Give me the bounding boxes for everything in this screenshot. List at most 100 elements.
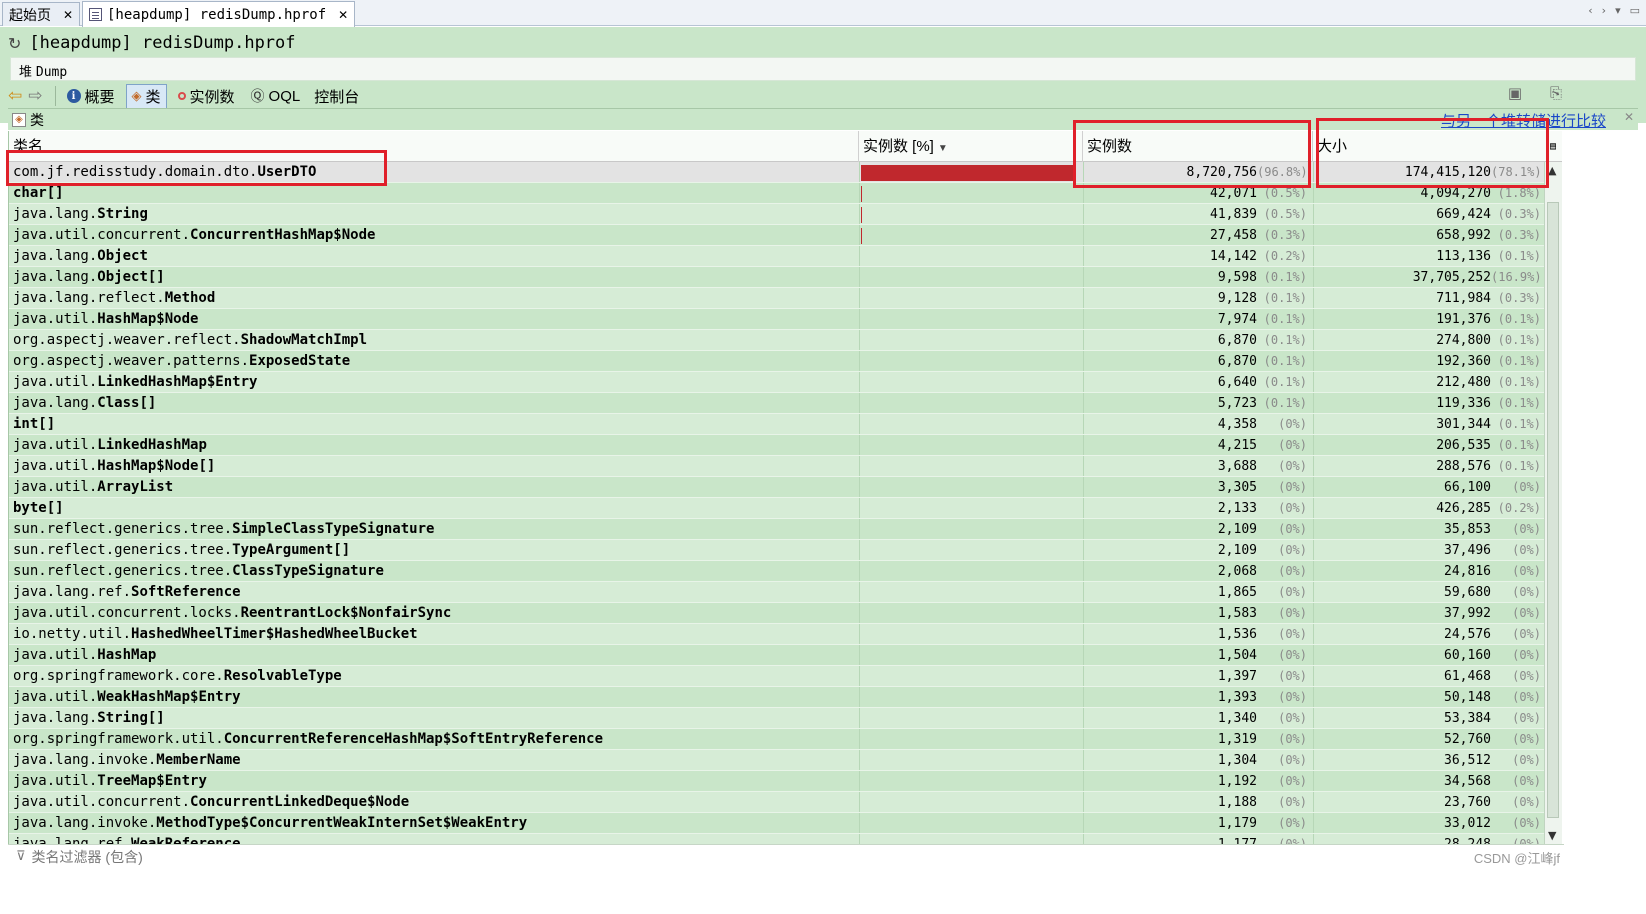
- column-divider: [1083, 792, 1084, 812]
- table-row[interactable]: java.lang.reflect.Method 9,128 (0.1%) 711,9…: [9, 288, 1544, 309]
- table-row[interactable]: java.util.concurrent.locks.ReentrantLock…: [9, 603, 1544, 624]
- table-row[interactable]: java.lang.Object 14,142 (0.2%) 113,136 (0.1%…: [9, 246, 1544, 267]
- close-icon[interactable]: ✕: [338, 8, 348, 22]
- table-row[interactable]: byte[] 2,133 (0%) 426,285 (0.2%): [9, 498, 1544, 519]
- save-icon[interactable]: ▣: [1508, 84, 1522, 102]
- scrollbar-thumb[interactable]: [1547, 202, 1559, 818]
- instances-count: 6,870: [1217, 354, 1257, 369]
- column-divider: [1083, 204, 1084, 224]
- column-divider: [1083, 225, 1084, 245]
- table-row[interactable]: org.aspectj.weaver.patterns.ExposedState…: [9, 351, 1544, 372]
- class-simple-name: ConcurrentReferenceHashMap$SoftEntryRefe…: [223, 731, 604, 747]
- table-row[interactable]: java.lang.invoke.MethodType$ConcurrentWe…: [9, 813, 1544, 834]
- instances-count: 41,839: [1210, 207, 1257, 222]
- export-icon[interactable]: ⎘: [1550, 84, 1562, 102]
- table-row[interactable]: io.netty.util.HashedWheelTimer$HashedWhe…: [9, 624, 1544, 645]
- class-name-cell: java.lang.reflect.Method: [13, 288, 859, 309]
- instances-cell: 1,340 (0%): [1083, 708, 1311, 729]
- table-row[interactable]: int[] 4,358 (0%) 301,344 (0.1%): [9, 414, 1544, 435]
- vertical-scrollbar[interactable]: ▲ ▼: [1544, 162, 1562, 844]
- instances-cell: 41,839 (0.5%): [1083, 204, 1311, 225]
- instances-percent: (0.1%): [1263, 312, 1307, 326]
- table-row[interactable]: org.springframework.util.ConcurrentRefer…: [9, 729, 1544, 750]
- size-cell: 24,816 (0%): [1313, 561, 1544, 582]
- tab-heapdump[interactable]: [heapdump] redisDump.hprof ✕: [82, 1, 356, 27]
- class-simple-name: Method: [164, 290, 216, 306]
- table-row[interactable]: java.lang.Object[] 9,598 (0.1%) 37,705,252(…: [9, 267, 1544, 288]
- size-cell: 206,535 (0.1%): [1313, 435, 1544, 456]
- class-name-cell: io.netty.util.HashedWheelTimer$HashedWhe…: [13, 624, 859, 645]
- size-bytes: 192,360: [1436, 354, 1491, 369]
- package-name: java.lang.ref.: [13, 584, 132, 600]
- class-filter-bar[interactable]: ⊽ 类名过滤器 (包含): [8, 844, 1564, 868]
- oql-console-button[interactable]: Ⓠ OQL 控制台: [246, 85, 365, 108]
- class-name-cell: java.lang.invoke.MethodType$ConcurrentWe…: [13, 813, 859, 834]
- instances-count: 4,358: [1217, 417, 1257, 432]
- table-row[interactable]: java.lang.String 41,839 (0.5%) 669,424 (0.3%…: [9, 204, 1544, 225]
- table-row[interactable]: java.lang.ref.SoftReference 1,865 (0%) 59,6…: [9, 582, 1544, 603]
- forward-arrow-icon[interactable]: ⇨: [28, 86, 42, 106]
- column-divider: [1313, 792, 1314, 812]
- table-row[interactable]: java.util.HashMap$Node 7,974 (0.1%) 191,376…: [9, 309, 1544, 330]
- table-row[interactable]: java.lang.Class[] 5,723 (0.1%) 119,336 (0.1%…: [9, 393, 1544, 414]
- tab-start-page[interactable]: 起始页 ✕: [2, 2, 81, 26]
- table-row[interactable]: java.lang.ref.WeakReference1,177(0%)28,2…: [9, 834, 1544, 844]
- column-header-instances-percent[interactable]: 实例数 [%] ▼: [859, 131, 1083, 162]
- column-divider: [1313, 561, 1314, 581]
- package-name: java.util.: [13, 773, 98, 789]
- instances-count: 1,177: [1218, 837, 1257, 844]
- size-percent: (0%): [1512, 669, 1541, 683]
- package-name: java.util.concurrent.: [13, 794, 191, 810]
- table-row[interactable]: org.springframework.core.ResolvableType 1…: [9, 666, 1544, 687]
- classes-button[interactable]: ◈ 类: [125, 83, 167, 109]
- summary-button[interactable]: i 概要: [62, 85, 120, 108]
- table-row[interactable]: java.util.concurrent.ConcurrentHashMap$N…: [9, 225, 1544, 246]
- instances-percent: (0%): [1278, 837, 1307, 844]
- table-row[interactable]: sun.reflect.generics.tree.SimpleClassTyp…: [9, 519, 1544, 540]
- instances-percent: (0%): [1278, 459, 1307, 473]
- size-bytes: 24,816: [1444, 564, 1491, 579]
- table-row[interactable]: java.util.concurrent.ConcurrentLinkedDeq…: [9, 792, 1544, 813]
- close-icon[interactable]: ✕: [63, 8, 73, 22]
- class-name-cell: java.util.TreeMap$Entry: [13, 771, 859, 792]
- class-simple-name: SimpleClassTypeSignature: [232, 521, 435, 537]
- back-arrow-icon[interactable]: ⇦: [8, 86, 22, 106]
- class-simple-name: byte[]: [13, 500, 64, 516]
- package-name: java.util.: [13, 374, 98, 390]
- package-name: org.aspectj.weaver.patterns.: [13, 353, 250, 369]
- scroll-down-icon[interactable]: ▼: [1548, 829, 1556, 842]
- size-bytes: 50,148: [1444, 690, 1491, 705]
- table-row[interactable]: org.aspectj.weaver.reflect.ShadowMatchIm…: [9, 330, 1544, 351]
- class-simple-name: ConcurrentHashMap$Node: [190, 227, 376, 243]
- size-bytes: 711,984: [1436, 291, 1491, 306]
- chevron-right-icon[interactable]: ›: [1602, 4, 1606, 17]
- scroll-up-icon[interactable]: ▲: [1548, 164, 1556, 177]
- class-name-cell: java.util.HashMap: [13, 645, 859, 666]
- table-row[interactable]: java.util.HashMap 1,504 (0%) 60,160 (0%): [9, 645, 1544, 666]
- table-row[interactable]: java.util.ArrayList 3,305 (0%) 66,100 (0%): [9, 477, 1544, 498]
- close-icon[interactable]: ✕: [1624, 110, 1634, 124]
- size-bytes: 52,760: [1444, 732, 1491, 747]
- class-simple-name: ConcurrentLinkedDeque$Node: [190, 794, 410, 810]
- table-row[interactable]: java.util.WeakHashMap$Entry 1,393 (0%) 50,1…: [9, 687, 1544, 708]
- table-row[interactable]: java.util.HashMap$Node[] 3,688 (0%) 288,576…: [9, 456, 1544, 477]
- instances-percent-cell: [861, 666, 1083, 687]
- restore-window-icon[interactable]: ▭: [1630, 4, 1640, 17]
- table-row[interactable]: sun.reflect.generics.tree.TypeArgument[]…: [9, 540, 1544, 561]
- package-name: java.lang.: [13, 248, 98, 264]
- table-row[interactable]: java.lang.invoke.MemberName 1,304 (0%) 36,5…: [9, 750, 1544, 771]
- size-cell: 34,568 (0%): [1313, 771, 1544, 792]
- chevron-left-icon[interactable]: ‹: [1588, 4, 1592, 17]
- table-row[interactable]: java.util.LinkedHashMap$Entry 6,640 (0.1%)…: [9, 372, 1544, 393]
- instances-button[interactable]: 实例数: [173, 85, 240, 108]
- size-percent: (0.1%): [1497, 459, 1541, 473]
- instances-percent-cell: [861, 435, 1083, 456]
- class-filter-input[interactable]: 类名过滤器 (包含): [32, 847, 143, 867]
- table-row[interactable]: java.lang.String[] 1,340 (0%) 53,384 (0%): [9, 708, 1544, 729]
- chevron-down-icon[interactable]: ▾: [1615, 4, 1621, 17]
- table-row[interactable]: char[] 42,071 (0.5%) 4,094,270 (1.8%): [9, 183, 1544, 204]
- class-name-cell: java.util.concurrent.locks.ReentrantLock…: [13, 603, 859, 624]
- table-row[interactable]: java.util.TreeMap$Entry 1,192 (0%) 34,568 (0…: [9, 771, 1544, 792]
- table-row[interactable]: sun.reflect.generics.tree.ClassTypeSigna…: [9, 561, 1544, 582]
- table-row[interactable]: java.util.LinkedHashMap 4,215 (0%) 206,535 (…: [9, 435, 1544, 456]
